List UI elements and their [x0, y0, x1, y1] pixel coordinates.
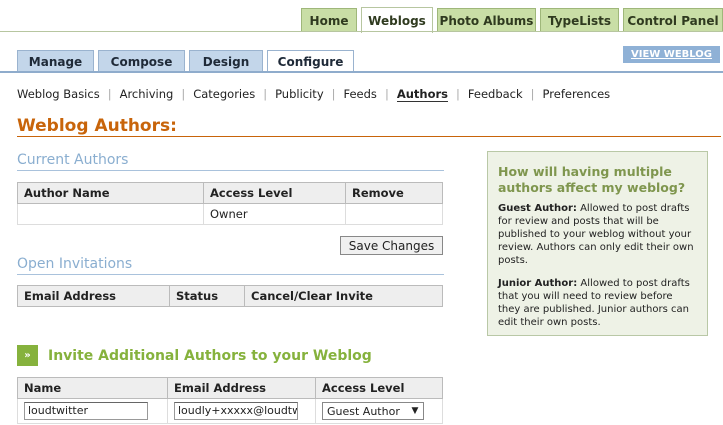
- current-authors-table: Author Name Access Level Remove Owner: [17, 182, 443, 225]
- help-box: How will having multiple authors affect …: [487, 151, 708, 336]
- subtab-manage[interactable]: Manage: [17, 50, 94, 72]
- table-row: Owner: [17, 203, 443, 225]
- nav-separator: |: [456, 87, 460, 101]
- nav-separator: |: [530, 87, 535, 101]
- table-header-row: Email Address Status Cancel/Clear Invite: [17, 285, 443, 307]
- col-cancel-clear: Cancel/Clear Invite: [244, 285, 443, 307]
- col-email-address: Email Address: [17, 285, 170, 307]
- save-changes-button[interactable]: Save Changes: [340, 236, 443, 255]
- nav-separator: |: [181, 87, 186, 101]
- tab-weblogs[interactable]: Weblogs: [361, 7, 433, 33]
- nav-authors[interactable]: Authors: [396, 87, 449, 102]
- double-arrow-icon: »: [17, 345, 38, 366]
- tab-home[interactable]: Home: [301, 8, 357, 32]
- view-weblog-link[interactable]: VIEW WEBLOG: [623, 46, 720, 63]
- open-invitations-table: Email Address Status Cancel/Clear Invite: [17, 285, 443, 307]
- chevron-down-icon: ▼: [411, 406, 419, 416]
- junior-author-label: Junior Author:: [498, 278, 578, 289]
- col-access-level: Access Level: [315, 377, 443, 399]
- current-authors-title: Current Authors: [17, 152, 129, 168]
- access-cell: Guest Author ▼: [315, 398, 443, 424]
- table-header-row: Name Email Address Access Level: [17, 377, 443, 399]
- author-name-cell: [17, 203, 204, 225]
- col-name: Name: [17, 377, 168, 399]
- access-level-cell: Owner: [203, 203, 346, 225]
- invite-section-header: » Invite Additional Authors to your Webl…: [17, 345, 372, 366]
- top-tabs: Home Weblogs Photo Albums TypeLists Cont…: [0, 7, 723, 33]
- nav-archiving[interactable]: Archiving: [120, 87, 174, 101]
- email-input[interactable]: loudly+xxxxx@loudtw: [174, 402, 298, 420]
- nav-publicity[interactable]: Publicity: [275, 87, 324, 101]
- remove-cell: [345, 203, 443, 225]
- col-access-level: Access Level: [203, 182, 346, 204]
- guest-author-description: Guest Author: Allowed to post drafts for…: [498, 202, 697, 267]
- nav-feedback[interactable]: Feedback: [468, 87, 523, 101]
- open-invitations-rule: [17, 274, 444, 275]
- table-row: loudtwitter loudly+xxxxx@loudtw Guest Au…: [17, 398, 443, 424]
- guest-author-label: Guest Author:: [498, 203, 577, 214]
- col-remove: Remove: [345, 182, 443, 204]
- name-input[interactable]: loudtwitter: [24, 402, 148, 420]
- nav-separator: |: [384, 87, 389, 101]
- col-email-address: Email Address: [167, 377, 316, 399]
- tab-photo-albums[interactable]: Photo Albums: [437, 8, 536, 32]
- col-author-name: Author Name: [17, 182, 204, 204]
- nav-separator: |: [263, 87, 268, 101]
- name-cell: loudtwitter: [17, 398, 168, 424]
- invite-title: Invite Additional Authors to your Weblog: [48, 347, 372, 364]
- col-status: Status: [169, 285, 245, 307]
- nav-weblog-basics[interactable]: Weblog Basics: [17, 87, 100, 101]
- configure-nav: Weblog Basics | Archiving | Categories | Pu…: [17, 86, 610, 102]
- subtabs-divider: [0, 71, 723, 73]
- nav-separator: |: [331, 87, 336, 101]
- table-header-row: Author Name Access Level Remove: [17, 182, 443, 204]
- current-authors-rule: [17, 170, 444, 171]
- subtab-design[interactable]: Design: [189, 50, 263, 72]
- page-title: Weblog Authors:: [17, 116, 177, 136]
- title-rule: [17, 136, 721, 137]
- open-invitations-title: Open Invitations: [17, 256, 133, 272]
- junior-author-description: Junior Author: Allowed to post drafts th…: [498, 277, 697, 329]
- tab-control-panel[interactable]: Control Panel: [623, 8, 723, 32]
- nav-separator: |: [107, 87, 112, 101]
- nav-categories[interactable]: Categories: [193, 87, 255, 101]
- access-level-value: Guest Author: [327, 404, 400, 418]
- tab-typelists[interactable]: TypeLists: [540, 8, 619, 32]
- invite-table: Name Email Address Access Level loudtwit…: [17, 377, 443, 424]
- subtab-compose[interactable]: Compose: [98, 50, 185, 72]
- nav-feeds[interactable]: Feeds: [344, 87, 377, 101]
- access-level-select[interactable]: Guest Author ▼: [322, 402, 424, 420]
- help-box-heading: How will having multiple authors affect …: [498, 164, 686, 195]
- email-cell: loudly+xxxxx@loudtw: [167, 398, 316, 424]
- top-tabs-divider: [0, 31, 723, 32]
- nav-preferences[interactable]: Preferences: [543, 87, 611, 101]
- subtab-configure[interactable]: Configure: [267, 50, 354, 73]
